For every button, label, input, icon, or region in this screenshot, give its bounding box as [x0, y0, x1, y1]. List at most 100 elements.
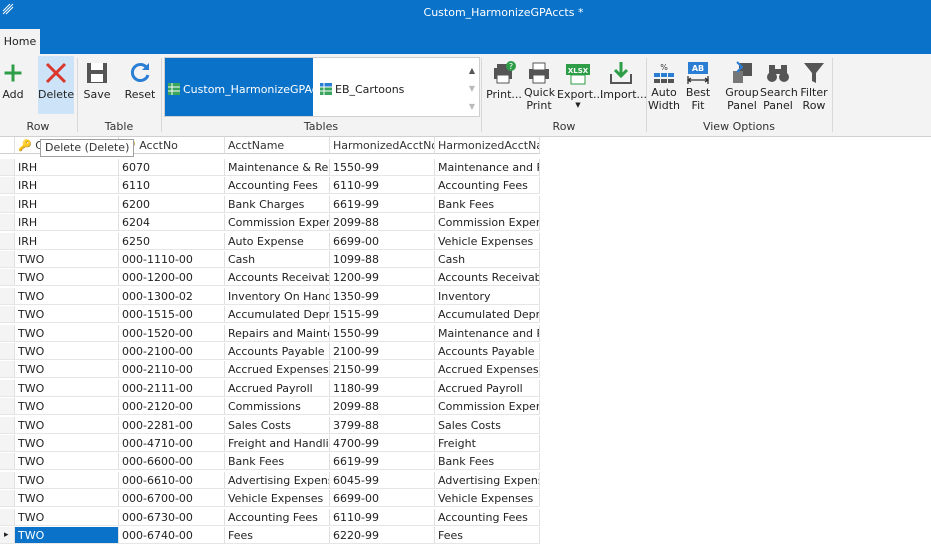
column-header-harmonized-acctname[interactable]: HarmonizedAcctNa...: [435, 137, 540, 154]
cell-company[interactable]: TWO: [15, 527, 119, 544]
cell-acctno[interactable]: 000-2281-00: [119, 416, 225, 434]
table-row[interactable]: TWO 000-6600-00 Bank Fees 6619-99 Bank Fees: [0, 453, 931, 471]
cell-harmonized-acctname[interactable]: Accounts Payable: [435, 343, 540, 360]
cell-acctname[interactable]: Advertising Expense: [225, 471, 330, 489]
row-indicator[interactable]: [0, 453, 15, 471]
cell-harmonized-acctname[interactable]: Accumulated Depr...: [435, 306, 540, 324]
cell-company[interactable]: IRH: [15, 195, 119, 213]
cell-acctname[interactable]: Accounts Payable: [225, 343, 330, 360]
row-indicator[interactable]: [0, 306, 15, 324]
cell-acctno[interactable]: 000-1110-00: [119, 251, 225, 268]
cell-acctname[interactable]: Bank Charges: [225, 195, 330, 213]
row-indicator[interactable]: [0, 508, 15, 526]
cell-acctname[interactable]: Commissions: [225, 398, 330, 416]
export-button[interactable]: XLSX Export... ▼: [557, 56, 604, 114]
cell-acctname[interactable]: Repairs and Mainte...: [225, 324, 330, 342]
cell-company[interactable]: TWO: [15, 490, 119, 508]
table-row[interactable]: TWO 000-1300-02 Inventory On Hand 1350-99 In…: [0, 287, 931, 306]
table-row[interactable]: TWO 000-6700-00 Vehicle Expenses 6699-00 Veh…: [0, 490, 931, 508]
cell-acctno[interactable]: 000-6730-00: [119, 508, 225, 526]
table-row[interactable]: TWO000-1200-00Accounts Receivable1200-99…: [0, 269, 931, 287]
table-row[interactable]: TWO 000-4710-00 Freight and Handli... 4700-…: [0, 435, 931, 453]
cell-acctno[interactable]: 6110: [119, 177, 225, 195]
cell-harmonized-acctno[interactable]: 6699-00: [330, 232, 435, 250]
cell-acctno[interactable]: 6204: [119, 214, 225, 232]
cell-acctname[interactable]: Cash: [225, 251, 330, 268]
cell-harmonized-acctno[interactable]: 1515-99: [330, 306, 435, 324]
cell-harmonized-acctname[interactable]: Vehicle Expenses: [435, 232, 540, 250]
cell-acctno[interactable]: 000-6600-00: [119, 453, 225, 471]
quick-print-button[interactable]: Quick Print: [524, 56, 555, 114]
row-indicator[interactable]: [0, 361, 15, 379]
best-fit-button[interactable]: AB Best Fit: [682, 56, 714, 114]
filter-row-button[interactable]: Filter Row: [798, 56, 830, 114]
cell-acctno[interactable]: 000-1300-02: [119, 287, 225, 305]
table-row[interactable]: TWO000-1520-00Repairs and Mainte...1550-…: [0, 324, 931, 343]
cell-harmonized-acctname[interactable]: Inventory: [435, 287, 540, 305]
column-header-harmonized-acctno[interactable]: HarmonizedAcctNo: [330, 137, 435, 154]
cell-harmonized-acctname[interactable]: Commission Expense: [435, 214, 540, 232]
table-row[interactable]: IRH 6200 Bank Charges 6619-99 Bank Fees: [0, 195, 931, 214]
cell-harmonized-acctno[interactable]: 6619-99: [330, 195, 435, 213]
print-button[interactable]: ? Print...: [486, 56, 522, 114]
cell-harmonized-acctno[interactable]: 1099-88: [330, 251, 435, 268]
cell-acctname[interactable]: Inventory On Hand: [225, 287, 330, 305]
cell-harmonized-acctno[interactable]: 1550-99: [330, 324, 435, 342]
cell-acctname[interactable]: Accounting Fees: [225, 177, 330, 195]
cell-harmonized-acctname[interactable]: Fees: [435, 527, 540, 544]
cell-acctname[interactable]: Freight and Handli...: [225, 435, 330, 452]
row-indicator[interactable]: [0, 232, 15, 250]
cell-harmonized-acctname[interactable]: Freight: [435, 435, 540, 452]
cell-harmonized-acctname[interactable]: Bank Fees: [435, 453, 540, 471]
cell-harmonized-acctno[interactable]: 6110-99: [330, 508, 435, 526]
cell-company[interactable]: TWO: [15, 343, 119, 360]
table-row[interactable]: IRH 6110 Accounting Fees 6110-99 Accounting …: [0, 177, 931, 195]
cell-harmonized-acctname[interactable]: Accrued Expenses: [435, 361, 540, 379]
cell-company[interactable]: TWO: [15, 379, 119, 397]
cell-harmonized-acctname[interactable]: Advertising Expense: [435, 471, 540, 489]
row-indicator[interactable]: [0, 398, 15, 416]
cell-acctname[interactable]: Fees: [225, 527, 330, 544]
row-indicator[interactable]: [0, 177, 15, 195]
cell-company[interactable]: IRH: [15, 159, 119, 176]
cell-harmonized-acctname[interactable]: Maintenance and R...: [435, 324, 540, 342]
cell-harmonized-acctname[interactable]: Cash: [435, 251, 540, 268]
cell-harmonized-acctno[interactable]: 2099-88: [330, 398, 435, 416]
row-indicator[interactable]: [0, 214, 15, 232]
cell-company[interactable]: TWO: [15, 453, 119, 471]
export-dropdown-icon[interactable]: ▼: [557, 101, 599, 109]
row-indicator[interactable]: [0, 195, 15, 213]
gallery-expand-icon[interactable]: ▼: [467, 98, 477, 116]
search-panel-button[interactable]: Search Panel: [760, 56, 798, 114]
cell-harmonized-acctno[interactable]: 6045-99: [330, 471, 435, 489]
cell-harmonized-acctno[interactable]: 1550-99: [330, 159, 435, 176]
row-indicator[interactable]: [0, 471, 15, 489]
gallery-scroll[interactable]: ▲ ▼ ▼: [467, 62, 477, 116]
cell-acctname[interactable]: Accounting Fees: [225, 508, 330, 526]
row-indicator[interactable]: [0, 324, 15, 342]
cell-acctname[interactable]: Vehicle Expenses: [225, 490, 330, 508]
cell-acctname[interactable]: Commission Expen...: [225, 214, 330, 232]
cell-acctno[interactable]: 6070: [119, 159, 225, 176]
cell-acctname[interactable]: Maintenance & Re...: [225, 159, 330, 176]
cell-company[interactable]: TWO: [15, 435, 119, 452]
row-indicator[interactable]: [0, 490, 15, 508]
save-button[interactable]: Save: [82, 56, 112, 114]
cell-harmonized-acctno[interactable]: 1200-99: [330, 269, 435, 287]
tab-home[interactable]: Home: [0, 29, 40, 54]
cell-harmonized-acctname[interactable]: Accounting Fees: [435, 508, 540, 526]
cell-harmonized-acctname[interactable]: Accounts Receivable: [435, 269, 540, 287]
cell-acctno[interactable]: 000-1515-00: [119, 306, 225, 324]
row-indicator[interactable]: [0, 159, 15, 176]
cell-harmonized-acctno[interactable]: 1350-99: [330, 287, 435, 305]
table-row[interactable]: IRH 6250 Auto Expense 6699-00 Vehicle Expens…: [0, 232, 931, 251]
row-indicator[interactable]: [0, 287, 15, 305]
cell-acctno[interactable]: 000-2100-00: [119, 343, 225, 360]
table-item-custom-harmonize[interactable]: Custom_HarmonizeGPAccts: [165, 58, 334, 116]
cell-company[interactable]: TWO: [15, 306, 119, 324]
gallery-up-arrow-icon[interactable]: ▲: [467, 62, 477, 80]
cell-harmonized-acctno[interactable]: 6619-99: [330, 453, 435, 471]
table-row[interactable]: TWO 000-2111-00 Accrued Payroll 1180-99 Accr…: [0, 379, 931, 398]
table-row[interactable]: ▸ TWO 000-6740-00 Fees 6220-99 Fees: [0, 527, 931, 545]
cell-company[interactable]: TWO: [15, 269, 119, 287]
